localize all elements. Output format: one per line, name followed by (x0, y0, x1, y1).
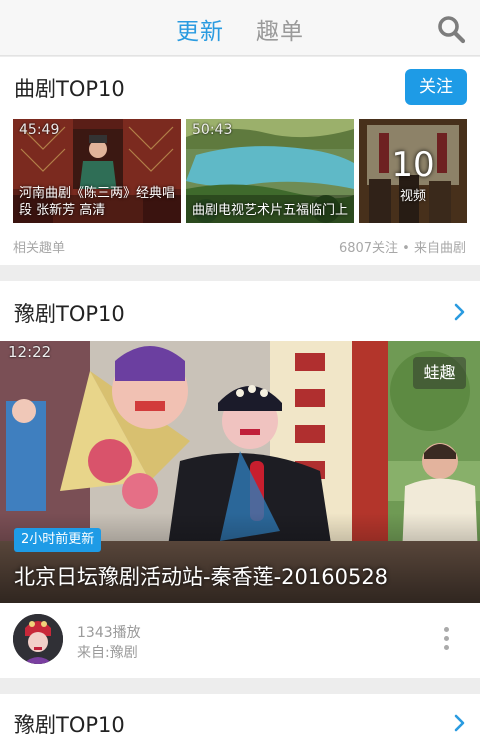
play-count: 1343播放 (77, 625, 141, 641)
more-dot (444, 636, 449, 641)
video-count: 10 (391, 145, 435, 185)
opera-list-card[interactable]: 曲剧TOP10 关注 45:49 河南曲剧《陈三两》经典唱段 张新芳 高清 50… (0, 57, 480, 265)
avatar[interactable] (13, 614, 63, 664)
follow-button[interactable]: 关注 (405, 69, 467, 105)
top-tab-bar: 更新 趣单 (0, 0, 480, 56)
update-time-badge: 2小时前更新 (14, 528, 102, 552)
video-title: 曲剧电视艺术片五福临门上 (192, 203, 349, 218)
section-title[interactable]: 豫剧TOP10 (14, 298, 125, 328)
section-title: 豫剧TOP10 (14, 713, 125, 737)
more-options-button[interactable] (444, 627, 450, 651)
more-dot (444, 645, 449, 650)
video-count-label: 视频 (399, 189, 426, 204)
chevron-right-icon[interactable] (454, 714, 466, 732)
search-button[interactable] (436, 14, 466, 44)
video-thumbnail[interactable]: 45:49 河南曲剧《陈三两》经典唱段 张新芳 高清 (13, 119, 181, 223)
video-thumbnail[interactable]: 50:43 曲剧电视艺术片五福临门上 (186, 119, 354, 223)
related-playlists-label: 相关趣单 (13, 241, 66, 256)
featured-video-title: 北京日坛豫剧活动站-秦香莲-20160528 (14, 565, 389, 589)
follow-count-source: 6807关注 • 来自曲剧 (338, 241, 466, 256)
more-videos-tile[interactable]: 10 视频 (359, 119, 467, 223)
tab-playlists[interactable]: 趣单 (256, 12, 304, 46)
tab-updates[interactable]: 更新 (176, 12, 224, 46)
video-source: 来自:豫剧 (77, 645, 138, 661)
more-dot (444, 627, 449, 632)
video-duration: 45:49 (19, 122, 60, 138)
next-section-card[interactable]: 豫剧TOP10 (0, 694, 480, 745)
video-title: 河南曲剧《陈三两》经典唱段 张新芳 高清 (19, 186, 176, 218)
featured-video-card: 豫剧TOP10 12:22 蛙趣 2小时前更新 北京日坛豫剧活动站-秦香莲-20… (0, 281, 480, 678)
brand-watermark: 蛙趣 (413, 357, 466, 389)
chevron-right-icon[interactable] (454, 303, 466, 321)
featured-video-player[interactable]: 12:22 蛙趣 2小时前更新 北京日坛豫剧活动站-秦香莲-20160528 (0, 341, 480, 603)
video-duration: 50:43 (192, 122, 233, 138)
section-title: 曲剧TOP10 (14, 77, 125, 101)
avatar-image (13, 614, 63, 664)
video-duration: 12:22 (8, 343, 52, 361)
search-icon (438, 16, 466, 44)
